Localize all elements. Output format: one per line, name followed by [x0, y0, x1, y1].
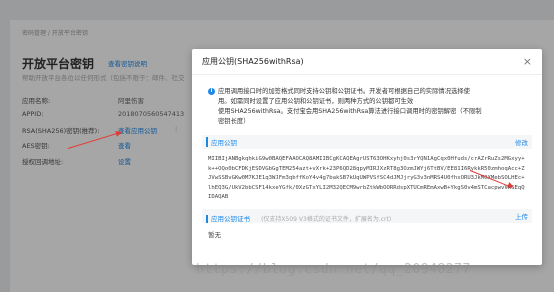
cert-section-hint: (仅支持X509 V3格式的证书文件，扩展名为.crt): [261, 216, 392, 223]
close-icon[interactable]: ×: [523, 56, 532, 67]
cert-section-label: 应用公钥证书: [206, 215, 250, 223]
public-key-section-header: 应用公钥 修改: [202, 135, 532, 149]
cert-value: 暂无: [208, 230, 221, 239]
watermark: https://blog.csdn.net/qq_20948277: [196, 262, 471, 277]
info-line-2: 用。如需同时设置了应用公钥和公钥证书，则两种方式的公钥都可生效: [218, 98, 414, 105]
info-line-3: 使用SHA256withRsa。支付宝会用SHA256withRsa算法进行接口…: [218, 108, 482, 115]
cert-section-header: 应用公钥证书 (仅支持X509 V3格式的证书文件，扩展名为.crt) 上传: [202, 208, 532, 223]
upload-cert-button[interactable]: 上传: [515, 211, 528, 221]
info-icon: i: [208, 87, 215, 95]
info-notice: i 应用调用接口时的加签格式同时支持公钥和公钥证书。开发者可根据自己的实际情况选择…: [202, 83, 532, 131]
modify-public-key-button[interactable]: 修改: [515, 137, 528, 147]
info-line-4: 密钥长度）: [218, 118, 250, 125]
public-key-text: MIIBIjANBgkqhkiG9w0BAQEFAAOCAQ8AMIIBCgKC…: [208, 156, 525, 200]
dialog-header: 应用公钥(SHA256withRsa) ×: [192, 49, 542, 75]
public-key-dialog: 应用公钥(SHA256withRsa) × i 应用调用接口时的加签格式同时支持公…: [192, 49, 542, 265]
public-key-section-label: 应用公钥: [206, 137, 237, 147]
info-line-1: 应用调用接口时的加签格式同时支持公钥和公钥证书。开发者可根据自己的实际情况选择使: [218, 88, 470, 95]
dialog-title: 应用公钥(SHA256withRsa): [202, 57, 304, 66]
